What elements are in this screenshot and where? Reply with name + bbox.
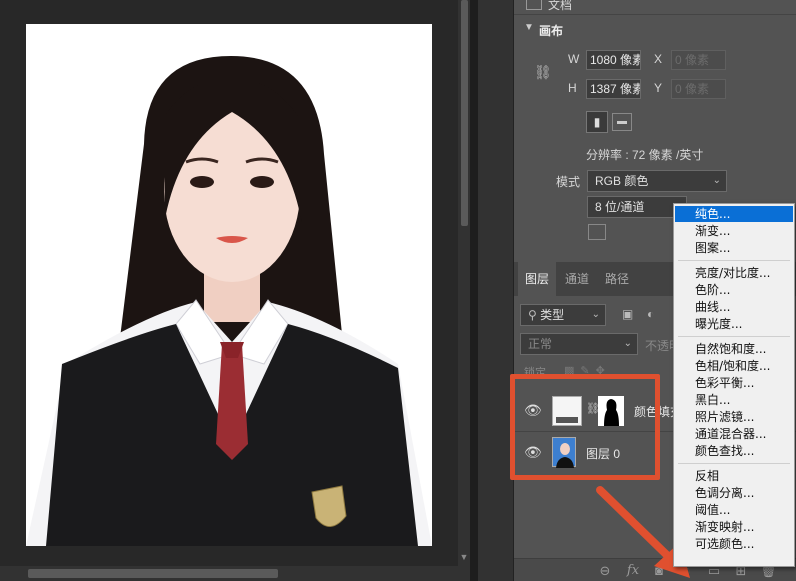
checkbox[interactable] [588, 224, 606, 240]
resolution-text: 分辨率 : 72 像素 /英寸 [586, 148, 704, 162]
chevron-down-icon: ⌄ [591, 309, 600, 320]
menu-item[interactable]: 曝光度... [675, 316, 793, 332]
search-icon: ⚲ [528, 308, 541, 322]
menu-item[interactable]: 黑白... [675, 392, 793, 408]
document-icon [526, 0, 542, 10]
layer-filter-select[interactable]: ⚲ 类型 ⌄ [520, 304, 606, 326]
menu-item[interactable]: 渐变... [675, 223, 793, 239]
tab-layers[interactable]: 图层 [518, 262, 556, 296]
menu-separator [678, 260, 790, 261]
portrait-orientation-icon[interactable]: ▮ [586, 111, 608, 133]
mode-select-value: RGB 颜色 [595, 174, 649, 188]
menu-separator [678, 336, 790, 337]
menu-item[interactable]: 图案... [675, 240, 793, 256]
tab-paths[interactable]: 路径 [598, 262, 636, 296]
bit-depth-select[interactable]: 8 位/通道 [587, 196, 687, 218]
annotation-highlight-box [510, 374, 660, 480]
canvas-section-title: 画布 [539, 24, 564, 38]
height-field[interactable]: 1387 像素 [586, 79, 641, 99]
document-label: 文档 [548, 0, 573, 12]
link-constrain-icon[interactable]: ⛓ [534, 64, 552, 81]
vertical-scrollbar-thumb[interactable] [461, 0, 468, 226]
horizontal-scrollbar-thumb[interactable] [28, 569, 278, 578]
layer-filter-value: 类型 [540, 308, 565, 322]
height-label: H [568, 81, 577, 95]
menu-item[interactable]: 色相/饱和度... [675, 358, 793, 374]
menu-item[interactable]: 通道混合器... [675, 426, 793, 442]
menu-item[interactable]: 自然饱和度... [675, 341, 793, 357]
mode-label: 模式 [556, 175, 581, 189]
chevron-down-icon: ⌄ [623, 338, 632, 349]
bit-depth-value: 8 位/通道 [595, 200, 645, 214]
menu-item[interactable]: 纯色... [675, 206, 793, 222]
width-field[interactable]: 1080 像素 [586, 50, 641, 70]
y-label: Y [654, 81, 663, 95]
blend-mode-select[interactable]: 正常 ⌄ [520, 333, 638, 355]
menu-separator [678, 463, 790, 464]
landscape-orientation-icon[interactable]: ▬ [612, 113, 632, 131]
menu-item[interactable]: 阈值... [675, 502, 793, 518]
menu-item[interactable]: 渐变映射... [675, 519, 793, 535]
menu-item[interactable]: 曲线... [675, 299, 793, 315]
panel-dock-strip [478, 0, 514, 581]
menu-item[interactable]: 色调分离... [675, 485, 793, 501]
adjustment-layer-menu: 纯色... 渐变... 图案... 亮度/对比度... 色阶... 曲线... 曝光度...… [673, 203, 795, 567]
menu-item[interactable]: 色阶... [675, 282, 793, 298]
menu-item[interactable]: 亮度/对比度... [675, 265, 793, 281]
portrait-photo [26, 24, 432, 546]
image-filter-icon[interactable]: ▣ [622, 307, 633, 321]
width-label: W [568, 52, 580, 66]
chevron-down-icon: ⌄ [712, 175, 721, 186]
blend-mode-value: 正常 [528, 337, 553, 351]
mode-select[interactable]: RGB 颜色 ⌄ [587, 170, 727, 192]
panel-gutter [470, 0, 478, 581]
y-field[interactable]: 0 像素 [671, 79, 726, 99]
x-field[interactable]: 0 像素 [671, 50, 726, 70]
menu-item[interactable]: 色彩平衡... [675, 375, 793, 391]
tab-channels[interactable]: 通道 [558, 262, 596, 296]
chevron-down-icon[interactable]: ▼ [524, 22, 534, 33]
adjustment-filter-icon[interactable]: ◐ [647, 307, 654, 321]
menu-item[interactable]: 可选颜色... [675, 536, 793, 552]
x-label: X [654, 52, 663, 66]
scroll-down-arrow-icon[interactable]: ▼ [459, 552, 469, 562]
menu-item[interactable]: 照片滤镜... [675, 409, 793, 425]
menu-item[interactable]: 颜色查找... [675, 443, 793, 459]
menu-item[interactable]: 反相 [675, 468, 793, 484]
